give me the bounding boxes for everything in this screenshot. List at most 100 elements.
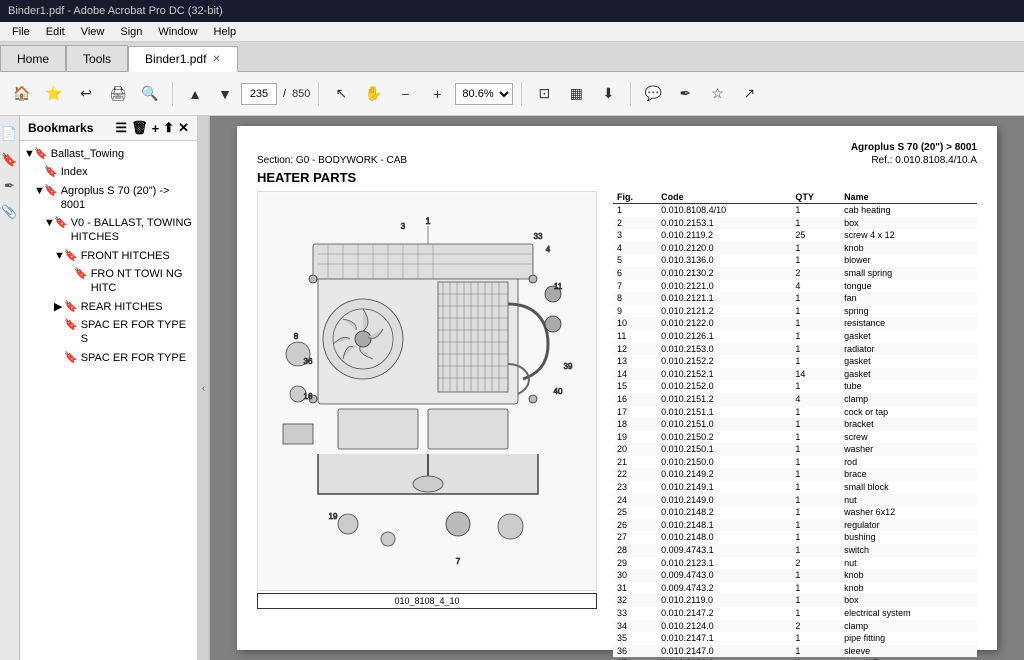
menu-help[interactable]: Help [206,24,245,40]
menu-view[interactable]: View [73,24,113,40]
table-row: 260.010.2148.11regulator [613,519,977,532]
tree-item-rear-hitches[interactable]: ▶ 🔖 REAR HITCHES [20,298,197,316]
table-row: 210.010.2150.01rod [613,456,977,469]
folder-icon-v0: 🔖 [54,216,68,230]
separator-2 [318,82,319,106]
sidebar-menu-icon[interactable]: ☰ [115,120,127,136]
sidebar-add-icon[interactable]: + [152,121,160,136]
table-row: 190.010.2150.21screw [613,431,977,444]
menu-file[interactable]: File [4,24,38,40]
table-row: 200.010.2150.11washer [613,443,977,456]
zoom-out-button[interactable]: − [391,80,419,108]
table-row: 270.010.2148.01bushing [613,531,977,544]
table-row: 300.009.4743.01knob [613,569,977,582]
tree-item-index[interactable]: 🔖 Index [20,163,197,181]
table-row: 20.010.2153.11box [613,217,977,230]
pdf-diagram: 1 33 4 8 11 39 40 19 7 [257,191,597,660]
diagram-image: 1 33 4 8 11 39 40 19 7 [257,191,597,591]
menu-window[interactable]: Window [150,24,205,40]
edge-edit-icon[interactable]: ✒ [2,176,17,196]
home-button[interactable]: 🏠 [8,80,36,108]
title-bar: Binder1.pdf - Adobe Acrobat Pro DC (32-b… [0,0,1024,22]
edge-attach-icon[interactable]: 📎 [0,202,20,222]
table-row: 330.010.2147.21electrical system [613,607,977,620]
page-separator: / [283,88,286,100]
next-page-button[interactable]: ▼ [211,80,239,108]
tree-item-v0[interactable]: ▼ 🔖 V0 - BALLAST, TOWING HITCHES [20,214,197,247]
zoom-dropdown[interactable]: 80.6% 50% 75% 100% 125% 150% [455,83,513,105]
svg-text:16: 16 [304,392,313,401]
svg-text:7: 7 [456,557,461,566]
tree-item-agroplus[interactable]: ▼ 🔖 Agroplus S 70 (20") -> 8001 [20,182,197,215]
hand-tool[interactable]: ✋ [359,80,387,108]
sidebar-import-icon[interactable]: ⬆ [163,120,174,136]
svg-text:39: 39 [564,362,573,371]
table-row: 250.010.2148.21washer 6x12 [613,506,977,519]
fit-button[interactable]: ⊡ [530,80,558,108]
table-row: 180.010.2151.01bracket [613,418,977,431]
pdf-page: Agroplus S 70 (20") > 8001 Section: G0 -… [237,126,997,650]
table-row: 340.010.2124.02clamp [613,620,977,633]
pdf-main-title: Agroplus S 70 (20") > 8001 [851,142,977,153]
tree-item-front-hitches[interactable]: ▼ 🔖 FRONT HITCHES [20,247,197,265]
edge-page-icon[interactable]: 📄 [0,124,20,144]
star-button[interactable]: ☆ [703,80,731,108]
sidebar-close-icon[interactable]: ✕ [178,120,189,136]
tree-item-front-towing[interactable]: 🔖 FRO NT TOWI NG HITC [20,265,197,298]
sidebar-tree: ▼ 🔖 Ballast_Towing 🔖 Index ▼ 🔖 Agroplus … [20,141,197,660]
pdf-body: 1 33 4 8 11 39 40 19 7 [257,191,977,660]
pdf-section-title: HEATER PARTS [257,170,977,185]
table-row: 280.009.4743.11switch [613,544,977,557]
back-button[interactable]: ↩ [72,80,100,108]
tree-item-ballast[interactable]: ▼ 🔖 Ballast_Towing [20,145,197,163]
share-button[interactable]: ↗ [735,80,763,108]
edge-bookmark-icon[interactable]: 🔖 [0,150,20,170]
total-pages: 850 [292,88,310,100]
table-row: 90.010.2121.21spring [613,305,977,318]
table-row: 110.010.2126.11gasket [613,330,977,343]
table-row: 240.010.2149.01nut [613,494,977,507]
tab-binder[interactable]: Binder1.pdf ✕ [128,46,238,72]
table-row: 360.010.2147.01sleeve [613,645,977,658]
svg-text:36: 36 [304,357,313,366]
page-number-input[interactable]: 235 [241,83,277,105]
separator-1 [172,82,173,106]
svg-text:33: 33 [534,232,543,241]
menu-edit[interactable]: Edit [38,24,73,40]
col-name: Name [840,191,977,204]
zoom-search-button[interactable]: 🔍 [136,80,164,108]
tree-item-spacer-s[interactable]: 🔖 SPAC ER FOR TYPE S [20,316,197,349]
tab-tools-label: Tools [83,52,111,66]
prev-page-button[interactable]: ▲ [181,80,209,108]
exploded-diagram-svg: 1 33 4 8 11 39 40 19 7 [258,194,596,589]
tab-home[interactable]: Home [0,45,66,71]
print-button[interactable]: 🖨 [104,80,132,108]
grid-button[interactable]: ▦ [562,80,590,108]
table-row: 290.010.2123.12nut [613,557,977,570]
table-row: 50.010.3136.01blower [613,254,977,267]
folder-icon: 🔖 [34,147,48,161]
tab-close-icon[interactable]: ✕ [212,54,220,65]
separator-3 [521,82,522,106]
table-row: 170.010.2151.11cock or tap [613,406,977,419]
sidebar-delete-icon[interactable]: 🗑 [131,120,148,136]
tab-tools[interactable]: Tools [66,45,128,71]
bookmark-button[interactable]: ⭐ [40,80,68,108]
sidebar-collapse-handle[interactable]: ‹ [198,116,210,660]
tree-item-spacer[interactable]: 🔖 SPAC ER FOR TYPE [20,349,197,367]
tab-binder-label: Binder1.pdf [145,52,206,66]
arrow-down-button[interactable]: ⬇ [594,80,622,108]
table-row: 80.010.2121.11fan [613,292,977,305]
table-row: 100.010.2122.01resistance [613,317,977,330]
edge-tools: 📄 🔖 ✒ 📎 [0,116,20,660]
pen-button[interactable]: ✒ [671,80,699,108]
cursor-tool[interactable]: ↖ [327,80,355,108]
tab-home-label: Home [17,52,49,66]
title-text: Binder1.pdf - Adobe Acrobat Pro DC (32-b… [8,5,223,17]
folder-icon-rear: 🔖 [64,300,78,314]
tab-bar: Home Tools Binder1.pdf ✕ [0,42,1024,72]
zoom-in-button[interactable]: + [423,80,451,108]
toolbar: 🏠 ⭐ ↩ 🖨 🔍 ▲ ▼ 235 / 850 ↖ ✋ − + 80.6% 50… [0,72,1024,116]
comment-button[interactable]: 💬 [639,80,667,108]
menu-sign[interactable]: Sign [112,24,150,40]
